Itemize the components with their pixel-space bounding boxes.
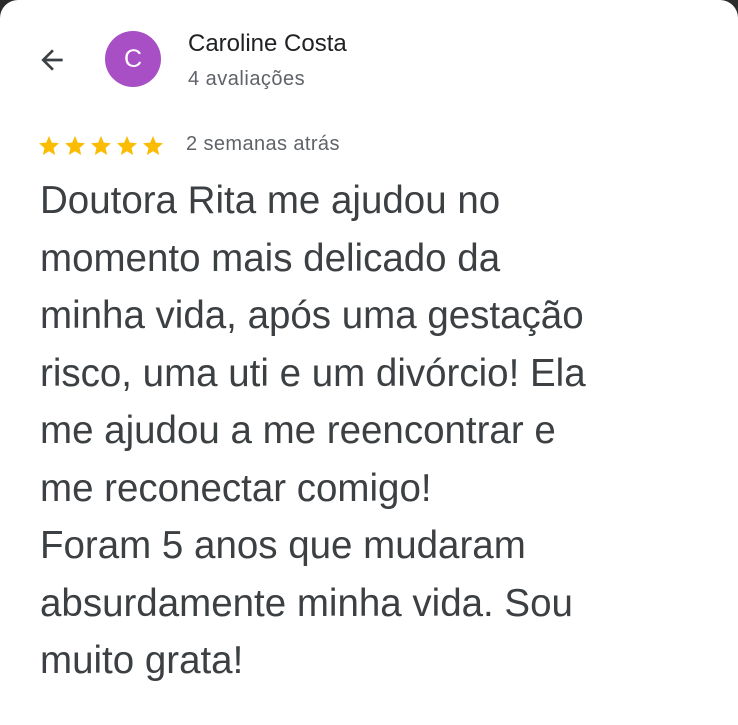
avatar[interactable]: C xyxy=(105,31,161,87)
review-line: Doutora Rita me ajudou no xyxy=(40,179,501,222)
back-button[interactable] xyxy=(30,38,74,82)
star-rating xyxy=(36,134,166,158)
review-line: risco, uma uti e um divórcio! Ela xyxy=(40,351,586,395)
star-icon xyxy=(143,136,163,155)
star-icon xyxy=(91,136,111,155)
reviewer-review-count: 4 avaliações xyxy=(188,68,306,90)
review-date: 2 semanas atrás xyxy=(186,133,340,155)
review-line: minha vida, após uma gestação xyxy=(40,294,584,337)
star-icon xyxy=(117,136,137,155)
avatar-letter: C xyxy=(123,44,143,73)
review-line: me ajudou a me reencontrar e xyxy=(40,409,556,452)
review-line: muito grata! xyxy=(40,639,244,682)
review-line: momento mais delicado da xyxy=(40,236,501,280)
star-icon xyxy=(39,136,59,155)
review-sheet: C Caroline Costa 4 avaliações 2 semanas … xyxy=(0,0,738,725)
review-line: absurdamente minha vida. Sou xyxy=(40,581,573,625)
star-icon xyxy=(65,136,85,155)
review-line: me reconectar comigo! xyxy=(40,466,432,510)
arrow-left-icon xyxy=(41,49,63,71)
review-text: Doutora Rita me ajudou no momento mais de… xyxy=(40,172,730,690)
reviewer-name[interactable]: Caroline Costa xyxy=(188,30,347,58)
review-line: Foram 5 anos que mudaram xyxy=(40,524,526,567)
